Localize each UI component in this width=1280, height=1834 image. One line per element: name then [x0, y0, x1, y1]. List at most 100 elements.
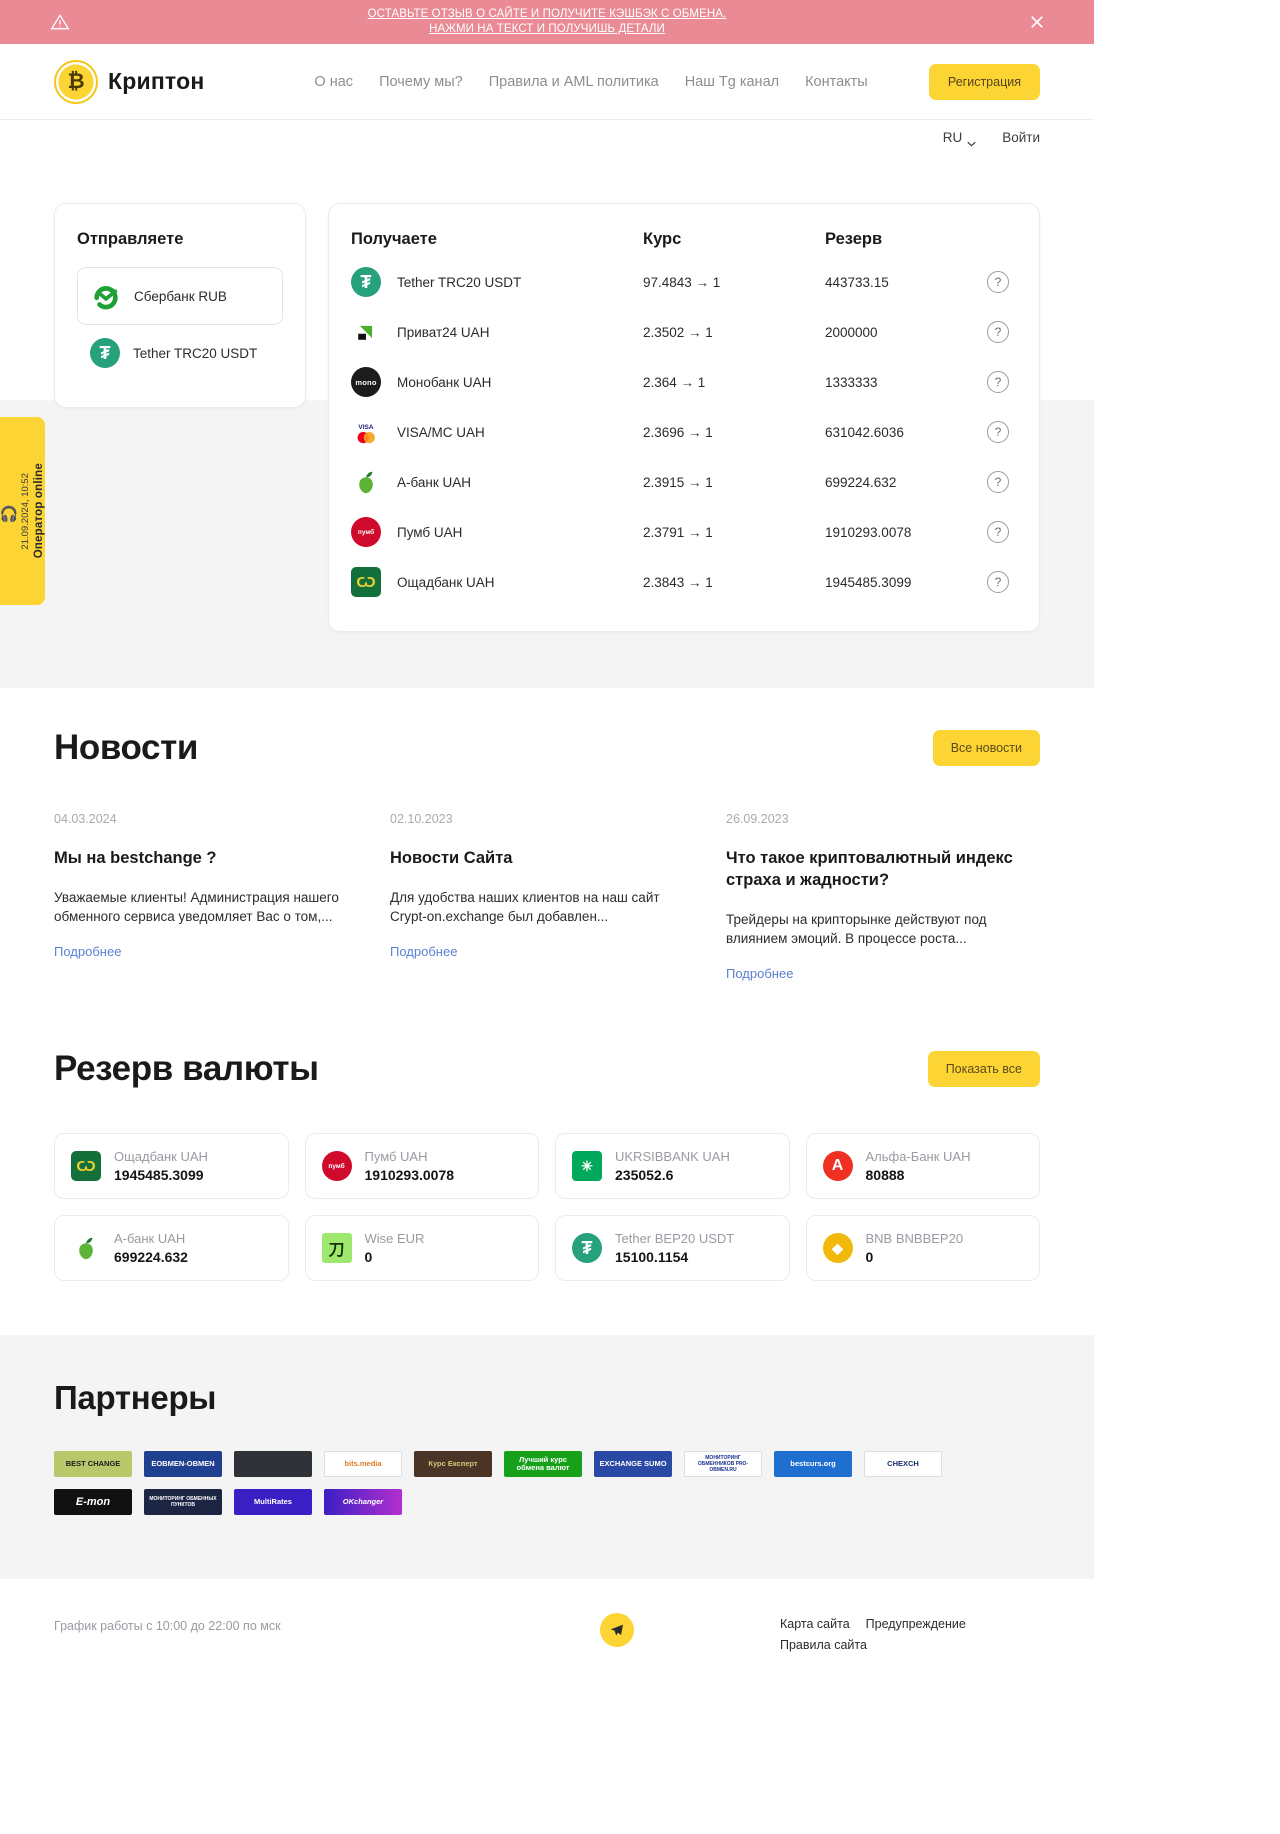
operator-status-badge[interactable]: Оператор online 21.09.2024, 10:52 🎧 — [0, 417, 45, 605]
nav-item-why-us[interactable]: Почему мы? — [379, 74, 463, 90]
table-row[interactable]: VISA VISA/MC UAH 2.3696 → 1 631042.6036 … — [351, 407, 1009, 457]
reserve-card[interactable]: пумб Пумб UAH 1910293.0078 — [304, 1133, 539, 1199]
partner-logo-kurs-expert[interactable]: Курс Експерт — [414, 1451, 492, 1477]
news-excerpt: Уважаемые клиенты! Администрация нашего … — [54, 890, 339, 924]
show-all-reserves-button[interactable]: Показать все — [927, 1051, 1040, 1087]
reserve-card[interactable]: Ѡ Ощадбанк UAH 1945485.3099 — [54, 1133, 289, 1199]
row-rate: 2.364 → 1 — [643, 374, 706, 390]
send-currency-card: Отправляете Сбербанк RUB ₮ Tether TRC20 … — [54, 203, 306, 408]
partner-logo-monitoring-punktov[interactable]: МОНИТОРИНГ ОБМЕННЫХ ПУНКТОВ — [144, 1489, 222, 1515]
nav-item-rules-aml[interactable]: Правила и AML политика — [489, 74, 659, 90]
announcement-line-1: ОСТАВЬТЕ ОТЗЫВ О САЙТЕ И ПОЛУЧИТЕ КЭШБЭК… — [367, 8, 727, 20]
reserve-card[interactable]: ₮ Tether BEP20 USDT 15100.1154 — [555, 1215, 790, 1281]
table-row[interactable]: Ѡ Ощадбанк UAH 2.3843 → 1 1945485.3099 ? — [351, 557, 1009, 607]
question-mark-icon[interactable]: ? — [987, 271, 1009, 293]
partner-logo-bestchange[interactable]: BEST CHANGE — [54, 1451, 132, 1477]
tether-icon: ₮ — [351, 267, 381, 297]
row-currency-name: Tether TRC20 USDT — [397, 274, 522, 290]
partner-logo-multirates[interactable]: MultiRates — [234, 1489, 312, 1515]
language-selector[interactable]: RU — [943, 130, 977, 146]
row-currency-name: Ощадбанк UAH — [397, 574, 495, 590]
reserve-amount: 235052.6 — [615, 1167, 674, 1183]
reserve-card[interactable]: ✳ UKRSIBBANK UAH 235052.6 — [555, 1133, 790, 1199]
close-icon[interactable] — [1028, 13, 1046, 31]
row-reserve: 1945485.3099 — [825, 574, 912, 590]
receive-table-header: Получаете Курс Резерв — [351, 230, 1009, 257]
all-news-button[interactable]: Все новости — [932, 730, 1040, 766]
nav-item-telegram-channel[interactable]: Наш Tg канал — [685, 74, 779, 90]
table-row[interactable]: пумб Пумб UAH 2.3791 → 1 1910293.0078 ? — [351, 507, 1009, 557]
reserve-currency-name: Альфа-Банк UAH — [865, 1149, 971, 1164]
reserve-amount: 15100.1154 — [615, 1249, 689, 1265]
send-option-label: Сбербанк RUB — [134, 288, 227, 304]
reserve-card[interactable]: ◆ BNB BNBBEP20 0 — [805, 1215, 1040, 1281]
announcement-line-2: НАЖМИ НА ТЕКСТ И ПОЛУЧИШЬ ДЕТАЛИ — [429, 23, 665, 35]
nav-item-about[interactable]: О нас — [314, 74, 353, 90]
send-option-label: Tether TRC20 USDT — [133, 345, 258, 361]
announcement-bar: ОСТАВЬТЕ ОТЗЫВ О САЙТЕ И ПОЛУЧИТЕ КЭШБЭК… — [0, 0, 1094, 44]
reserves-section: Резерв валюты Показать все Ѡ Ощадбанк UA… — [0, 993, 1094, 1335]
table-row[interactable]: А-банк UAH 2.3915 → 1 699224.632 ? — [351, 457, 1009, 507]
brand-logo[interactable]: ₿ Криптон — [54, 59, 204, 104]
reserve-amount: 0 — [865, 1249, 874, 1265]
news-read-more-link[interactable]: Подробнее — [54, 944, 121, 959]
row-rate: 97.4843 → 1 — [643, 274, 721, 290]
partner-logo-okchanger[interactable]: OKchanger — [324, 1489, 402, 1515]
register-button[interactable]: Регистрация — [928, 63, 1040, 100]
working-hours-text: График работы с 10:00 до 22:00 по мск — [54, 1619, 281, 1633]
row-reserve: 443733.15 — [825, 274, 889, 290]
row-currency-name: Приват24 UAH — [397, 324, 490, 340]
partner-logo-luchshiy-kurs[interactable]: Лучший курс обмена валют — [504, 1451, 582, 1477]
table-row[interactable]: ₮ Tether TRC20 USDT 97.4843 → 1 443733.1… — [351, 257, 1009, 307]
news-read-more-link[interactable]: Подробнее — [726, 966, 793, 981]
footer-link-rules[interactable]: Правила сайта — [780, 1638, 1040, 1652]
chevron-down-icon — [967, 135, 976, 146]
reserve-card[interactable]: А-банк UAH 699224.632 — [54, 1215, 289, 1281]
row-currency-name: Монобанк UAH — [397, 374, 492, 390]
exchange-section: Оператор online 21.09.2024, 10:52 🎧 Отпр… — [0, 155, 1094, 688]
partner-logo-eobmen-obmen[interactable]: EOBMEN-OBMEN — [144, 1451, 222, 1477]
partner-logo-bestcurs[interactable]: bestcurs.org — [774, 1451, 852, 1477]
row-currency-name: Пумб UAH — [397, 524, 463, 540]
table-row[interactable]: Приват24 UAH 2.3502 → 1 2000000 ? — [351, 307, 1009, 357]
telegram-icon[interactable] — [600, 1613, 634, 1647]
question-mark-icon[interactable]: ? — [987, 471, 1009, 493]
partner-logo-bits-media[interactable]: bits.media — [324, 1451, 402, 1477]
row-rate: 2.3502 → 1 — [643, 324, 713, 340]
table-row[interactable]: mono Монобанк UAH 2.364 → 1 1333333 ? — [351, 357, 1009, 407]
news-title[interactable]: Новости Сайта — [390, 847, 696, 869]
partners-section: Партнеры BEST CHANGE EOBMEN-OBMEN bits.m… — [0, 1335, 1094, 1579]
row-rate: 2.3915 → 1 — [643, 474, 713, 490]
news-title[interactable]: Мы на bestchange ? — [54, 847, 360, 869]
login-link[interactable]: Войти — [1002, 130, 1040, 145]
news-card: 02.10.2023 Новости Сайта Для удобства на… — [390, 812, 696, 983]
sberbank-icon — [91, 281, 121, 311]
news-section: Новости Все новости 04.03.2024 Мы на bes… — [0, 688, 1094, 993]
question-mark-icon[interactable]: ? — [987, 421, 1009, 443]
receive-currency-card: Получаете Курс Резерв ₮ Tether TRC20 USD… — [328, 203, 1040, 632]
news-read-more-link[interactable]: Подробнее — [390, 944, 457, 959]
send-option-sberbank[interactable]: Сбербанк RUB — [77, 267, 283, 325]
question-mark-icon[interactable]: ? — [987, 321, 1009, 343]
row-rate: 2.3791 → 1 — [643, 524, 713, 540]
footer-link-warning[interactable]: Предупреждение — [866, 1617, 966, 1631]
reserve-card[interactable]: 刀 Wise EUR 0 — [304, 1215, 539, 1281]
partner-logo-pro-obmen[interactable]: МОНИТОРИНГ ОБМЕННИКОВ PRO-OBMEN.RU — [684, 1451, 762, 1477]
footer-link-sitemap[interactable]: Карта сайта — [780, 1617, 850, 1631]
row-reserve: 1333333 — [825, 374, 878, 390]
question-mark-icon[interactable]: ? — [987, 371, 1009, 393]
news-title[interactable]: Что такое криптовалютный индекс страха и… — [726, 847, 1032, 891]
nav-item-contacts[interactable]: Контакты — [805, 74, 868, 90]
partner-logo-dark[interactable] — [234, 1451, 312, 1477]
abank-icon — [71, 1233, 101, 1263]
announcement-text[interactable]: ОСТАВЬТЕ ОТЗЫВ О САЙТЕ И ПОЛУЧИТЕ КЭШБЭК… — [368, 7, 727, 37]
site-header: ₿ Криптон О нас Почему мы? Правила и AML… — [0, 44, 1094, 119]
question-mark-icon[interactable]: ? — [987, 571, 1009, 593]
question-mark-icon[interactable]: ? — [987, 521, 1009, 543]
partner-logo-chexch[interactable]: CHEXCH — [864, 1451, 942, 1477]
partner-logo-emon[interactable]: E-mon — [54, 1489, 132, 1515]
news-excerpt: Трейдеры на крипторынке действуют под вл… — [726, 912, 987, 946]
partner-logo-exchange-sumo[interactable]: EXCHANGE SUMO — [594, 1451, 672, 1477]
send-option-tether[interactable]: ₮ Tether TRC20 USDT — [77, 325, 283, 381]
reserve-card[interactable]: A Альфа-Банк UAH 80888 — [805, 1133, 1040, 1199]
